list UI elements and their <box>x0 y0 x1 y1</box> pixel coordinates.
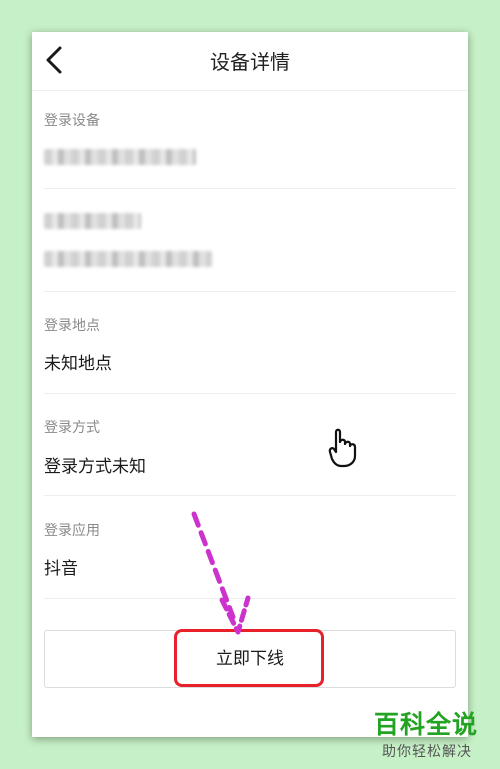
login-location-value: 未知地点 <box>44 354 112 374</box>
pixelated-device-name <box>44 149 196 165</box>
watermark-title: 百科全说 <box>374 710 479 739</box>
top-bar: 设备详情 <box>32 32 468 91</box>
divider <box>44 291 456 292</box>
login-method-value: 登录方式未知 <box>44 457 146 477</box>
watermark-slogan: 助你轻松解决 <box>382 744 472 760</box>
watermark-logo: 百科全说 助你轻松解决 <box>368 705 496 763</box>
divider <box>44 188 456 189</box>
page-title: 设备详情 <box>210 50 290 74</box>
login-device-label: 登录设备 <box>44 113 100 129</box>
divider <box>44 393 456 394</box>
highlight-box <box>174 629 324 687</box>
login-app-label: 登录应用 <box>44 523 100 539</box>
divider <box>44 598 456 599</box>
login-app-value: 抖音 <box>44 559 78 579</box>
login-location-label: 登录地点 <box>44 318 100 334</box>
pixelated-login-time <box>44 251 212 267</box>
divider <box>44 495 456 496</box>
pixelated-device-model <box>44 213 141 229</box>
login-method-label: 登录方式 <box>44 420 100 436</box>
